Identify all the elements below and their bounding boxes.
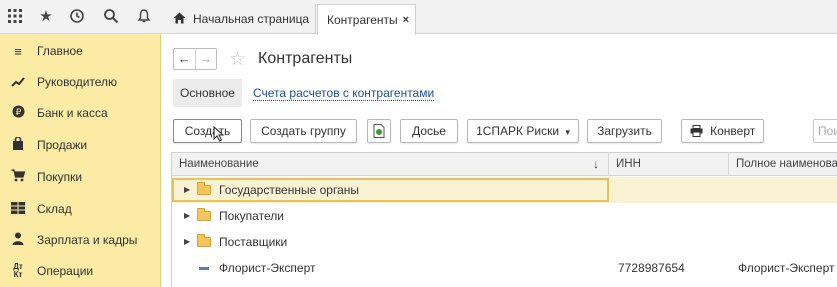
sidebar-item-label: Банк и касса [37, 106, 108, 120]
column-header-label: Наименование [179, 158, 259, 170]
row-name: Флорист-Эксперт [219, 261, 316, 275]
forward-arrow-icon[interactable]: → [194, 49, 217, 69]
chevron-down-icon: ▾ [565, 127, 570, 137]
table-row[interactable]: ▶ Поставщики [172, 229, 837, 255]
back-arrow-icon[interactable]: ← [174, 49, 195, 69]
table-row[interactable]: ▶ Покупатели [172, 203, 837, 229]
table-header: Наименование ↓ ИНН Полное наименова [172, 153, 837, 176]
spark-label: 1СПАРК Риски [476, 124, 560, 138]
svg-text:₽: ₽ [15, 108, 21, 118]
create-button[interactable]: Создать [173, 119, 242, 143]
envelope-button[interactable]: Конверт [681, 119, 764, 143]
page-title: Контрагенты [258, 50, 353, 67]
bell-icon[interactable] [135, 8, 153, 26]
tab-contractors[interactable]: Контрагенты × [317, 4, 416, 35]
title-row: ← → ☆ Контрагенты [173, 46, 352, 72]
column-header-name[interactable]: Наименование ↓ [172, 153, 609, 176]
sidebar-item-label: Покупки [37, 170, 83, 184]
trend-icon [10, 75, 26, 90]
top-bar: ★ Начальная страница Контрагенты × [0, 0, 837, 35]
sidebar-item-warehouse[interactable]: Склад [0, 194, 161, 224]
nav-buttons: ← → [173, 48, 217, 70]
expand-triangle-icon[interactable]: ▶ [184, 229, 190, 255]
star-icon[interactable]: ★ [37, 8, 55, 26]
row-name: Покупатели [219, 209, 284, 223]
dossier-button[interactable]: Досье [400, 119, 458, 143]
history-icon[interactable] [68, 8, 86, 26]
tab-home-label: Начальная страница [193, 12, 310, 26]
app-window: ★ Начальная страница Контрагенты × ≡ Гла… [0, 0, 837, 287]
search-input[interactable]: Пои [813, 119, 837, 143]
person-icon [10, 232, 26, 248]
row-inn: 7728987654 [618, 261, 685, 275]
cart-icon [10, 169, 26, 185]
sidebar-item-operations[interactable]: Дт Кт Операции [0, 256, 161, 286]
expand-triangle-icon[interactable]: ▶ [184, 203, 190, 229]
create-group-button[interactable]: Создать группу [250, 119, 357, 143]
contractors-table: Наименование ↓ ИНН Полное наименова ▶ Го… [171, 152, 837, 287]
sidebar-item-label: Руководителю [37, 75, 118, 89]
column-header-fullname[interactable]: Полное наименова [729, 153, 837, 176]
menu-lines-icon: ≡ [14, 43, 22, 59]
envelope-label: Конверт [710, 124, 756, 138]
load-button[interactable]: Загрузить [587, 119, 662, 143]
sidebar-item-label: Операции [37, 264, 94, 278]
sidebar-item-label: Склад [37, 202, 72, 216]
printer-icon [690, 125, 706, 140]
accounts-link[interactable]: Счета расчетов с контрагентами [253, 87, 435, 101]
sidebar-item-main[interactable]: ≡ Главное [0, 36, 161, 66]
dt-kt-icon: Дт Кт [13, 262, 23, 279]
sidebar-item-label: Главное [37, 44, 83, 58]
warehouse-icon [10, 201, 26, 217]
apps-grid-icon[interactable] [6, 8, 24, 26]
toolbar: Создать Создать группу Досье 1СПАРК Риск… [0, 119, 837, 143]
folder-icon [197, 182, 211, 195]
home-icon [173, 12, 186, 27]
sidebar-item-payroll[interactable]: Зарплата и кадры [0, 225, 161, 255]
folder-icon [197, 208, 211, 221]
close-icon[interactable]: × [403, 14, 409, 26]
row-name: Поставщики [219, 235, 288, 249]
print-doc-button[interactable] [367, 119, 391, 143]
item-dash-icon [199, 267, 209, 270]
spark-risks-button[interactable]: 1СПАРК Риски ▾ [467, 119, 579, 143]
sidebar-item-label: Зарплата и кадры [37, 233, 138, 247]
search-icon[interactable] [102, 8, 120, 26]
sort-arrow-icon: ↓ [593, 157, 599, 171]
table-row[interactable]: ▶ Государственные органы [172, 177, 837, 203]
column-header-inn[interactable]: ИНН [609, 153, 729, 176]
sidebar-item-purchases[interactable]: Покупки [0, 162, 161, 192]
tab-home[interactable]: Начальная страница [163, 4, 316, 34]
expand-triangle-icon[interactable]: ▶ [184, 177, 190, 203]
tab-contractors-label: Контрагенты [327, 13, 398, 27]
table-row[interactable]: Флорист-Эксперт 7728987654 Флорист-Экспе… [172, 255, 837, 281]
folder-icon [197, 234, 211, 247]
mouse-cursor-icon [213, 125, 225, 146]
row-name: Государственные органы [219, 183, 360, 197]
print-doc-icon [373, 124, 385, 141]
tab-main[interactable]: Основное [173, 79, 242, 107]
row-fullname: Флорист-Эксперт [738, 261, 835, 275]
sidebar: ≡ Главное Руководителю ₽ Банк и касса Пр… [0, 34, 161, 287]
favorite-star-icon[interactable]: ☆ [229, 48, 246, 71]
sidebar-item-manager[interactable]: Руководителю [0, 67, 161, 97]
